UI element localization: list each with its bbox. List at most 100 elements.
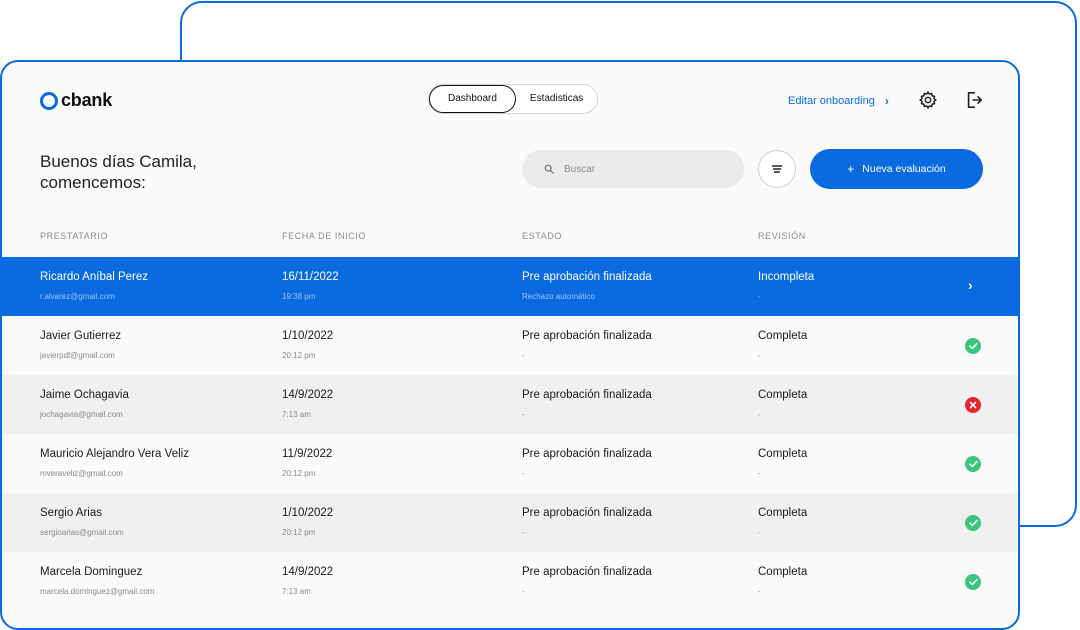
chevron-right-icon: ›	[884, 94, 889, 108]
borrower-email: marcela.dominguez@gmail.com	[40, 587, 155, 596]
borrower-name: Marcela Dominguez	[40, 566, 143, 578]
table-row[interactable]: Marcela Dominguez marcela.dominguez@gmai…	[2, 552, 1018, 611]
table-row[interactable]: Jaime Ochagavia jochagavia@gmail.com 14/…	[2, 375, 1018, 434]
estado-value: Pre aprobación finalizada	[522, 271, 652, 283]
new-evaluation-button[interactable]: + Nueva evaluación	[810, 149, 983, 189]
estado-sub: -	[522, 410, 525, 419]
search-icon	[544, 164, 554, 174]
edit-onboarding-label: Editar onboarding	[788, 95, 875, 107]
new-evaluation-label: Nueva evaluación	[862, 163, 946, 175]
search-bar[interactable]	[522, 150, 744, 188]
plus-icon: +	[847, 162, 855, 176]
borrower-name: Sergio Arias	[40, 507, 103, 519]
borrower-cell: Ricardo Aníbal Perez r.alvarez@gmail.com	[40, 270, 148, 301]
borrower-cell: Jaime Ochagavia jochagavia@gmail.com	[40, 388, 129, 419]
revision-cell: Completa -	[758, 329, 807, 360]
table-row[interactable]: Mauricio Alejandro Vera Veliz mveraveliz…	[2, 434, 1018, 493]
borrower-email: r.alvarez@gmail.com	[40, 292, 115, 301]
revision-sub: -	[758, 587, 761, 596]
revision-sub: -	[758, 528, 761, 537]
start-time: 19:38 pm	[282, 292, 316, 301]
borrower-cell: Mauricio Alejandro Vera Veliz mveraveliz…	[40, 447, 189, 478]
table-row[interactable]: Javier Gutierrez javierpdf@gmail.com 1/1…	[2, 316, 1018, 375]
borrower-email: mveraveliz@gmail.com	[40, 469, 123, 478]
table-row[interactable]: Ricardo Aníbal Perez r.alvarez@gmail.com…	[2, 257, 1018, 316]
date-cell: 1/10/2022 20:12 pm	[282, 329, 333, 360]
start-date: 1/10/2022	[282, 507, 334, 519]
borrower-cell: Javier Gutierrez javierpdf@gmail.com	[40, 329, 121, 360]
estado-cell: Pre aprobación finalizada -	[522, 447, 652, 478]
start-time: 20:12 pm	[282, 469, 316, 478]
gear-icon[interactable]	[918, 90, 938, 110]
estado-cell: Pre aprobación finalizada -	[522, 388, 652, 419]
table-row[interactable]: Sergio Arias sergioarias@gmail.com 1/10/…	[2, 493, 1018, 552]
estado-sub: -	[522, 587, 525, 596]
revision-sub: -	[758, 469, 761, 478]
estado-cell: Pre aprobación finalizada -	[522, 329, 652, 360]
estado-value: Pre aprobación finalizada	[522, 330, 652, 342]
search-input[interactable]	[562, 162, 736, 176]
tab-estadisticas[interactable]: Estadisticas	[516, 85, 597, 113]
estado-cell: Pre aprobación finalizada -	[522, 565, 652, 596]
nav-tabs: Dashboard Estadisticas	[428, 84, 599, 114]
logo-text: cbank	[61, 90, 113, 110]
borrower-name: Javier Gutierrez	[40, 330, 122, 342]
revision-value: Incompleta	[758, 271, 815, 283]
date-cell: 14/9/2022 7:13 am	[282, 388, 333, 419]
estado-value: Pre aprobación finalizada	[522, 507, 652, 519]
revision-value: Completa	[758, 330, 808, 342]
estado-sub: -	[522, 351, 525, 360]
borrower-cell: Sergio Arias sergioarias@gmail.com	[40, 506, 124, 537]
estado-sub: Rechazo automático	[522, 292, 595, 301]
revision-sub: -	[758, 410, 761, 419]
borrower-email: jochagavia@gmail.com	[40, 410, 123, 419]
check-circle-icon	[965, 456, 981, 472]
check-circle-icon	[965, 515, 981, 531]
start-time: 20:12 pm	[282, 351, 316, 360]
column-header-revision: REVISIÓN	[758, 231, 806, 241]
start-date: 11/9/2022	[282, 448, 333, 460]
revision-value: Completa	[758, 566, 808, 578]
start-date: 1/10/2022	[282, 330, 334, 342]
borrower-table: Ricardo Aníbal Perez r.alvarez@gmail.com…	[2, 257, 1018, 611]
date-cell: 14/9/2022 7:13 am	[282, 565, 333, 596]
borrower-email: javierpdf@gmail.com	[40, 351, 115, 360]
chevron-right-icon[interactable]: ›	[968, 277, 973, 293]
estado-sub: -	[522, 528, 525, 537]
column-header-fecha: FECHA DE INICIO	[282, 231, 367, 241]
estado-sub: -	[522, 469, 525, 478]
estado-cell: Pre aprobación finalizada -	[522, 506, 652, 537]
borrower-name: Mauricio Alejandro Vera Veliz	[40, 448, 189, 460]
revision-cell: Incompleta -	[758, 270, 814, 301]
revision-sub: -	[758, 351, 761, 360]
start-time: 7:13 am	[282, 410, 311, 419]
start-date: 14/9/2022	[282, 389, 334, 401]
error-circle-icon	[965, 397, 981, 413]
greeting-title: Buenos días Camila, comencemos:	[40, 152, 197, 192]
borrower-email: sergioarias@gmail.com	[40, 528, 124, 537]
estado-value: Pre aprobación finalizada	[522, 566, 652, 578]
estado-cell: Pre aprobación finalizada Rechazo automá…	[522, 270, 652, 301]
check-circle-icon	[965, 574, 981, 590]
logo: cbank	[40, 90, 112, 111]
logo-ring-icon	[40, 91, 58, 110]
revision-cell: Completa -	[758, 506, 807, 537]
filter-icon	[771, 165, 783, 173]
start-time: 20:12 pm	[282, 528, 316, 537]
start-date: 14/9/2022	[282, 566, 334, 578]
filter-button[interactable]	[758, 150, 796, 188]
borrower-name: Ricardo Aníbal Perez	[40, 271, 149, 283]
revision-value: Completa	[758, 448, 808, 460]
revision-cell: Completa -	[758, 447, 807, 478]
revision-value: Completa	[758, 389, 808, 401]
date-cell: 11/9/2022 20:12 pm	[282, 447, 332, 478]
revision-value: Completa	[758, 507, 808, 519]
logout-icon[interactable]	[965, 90, 983, 110]
tab-dashboard[interactable]: Dashboard	[429, 85, 516, 113]
date-cell: 16/11/2022 19:38 pm	[282, 270, 339, 301]
revision-cell: Completa -	[758, 388, 807, 419]
start-time: 7:13 am	[282, 587, 311, 596]
date-cell: 1/10/2022 20:12 pm	[282, 506, 333, 537]
edit-onboarding-link[interactable]: Editar onboarding ›	[788, 94, 889, 108]
start-date: 16/11/2022	[282, 271, 339, 283]
